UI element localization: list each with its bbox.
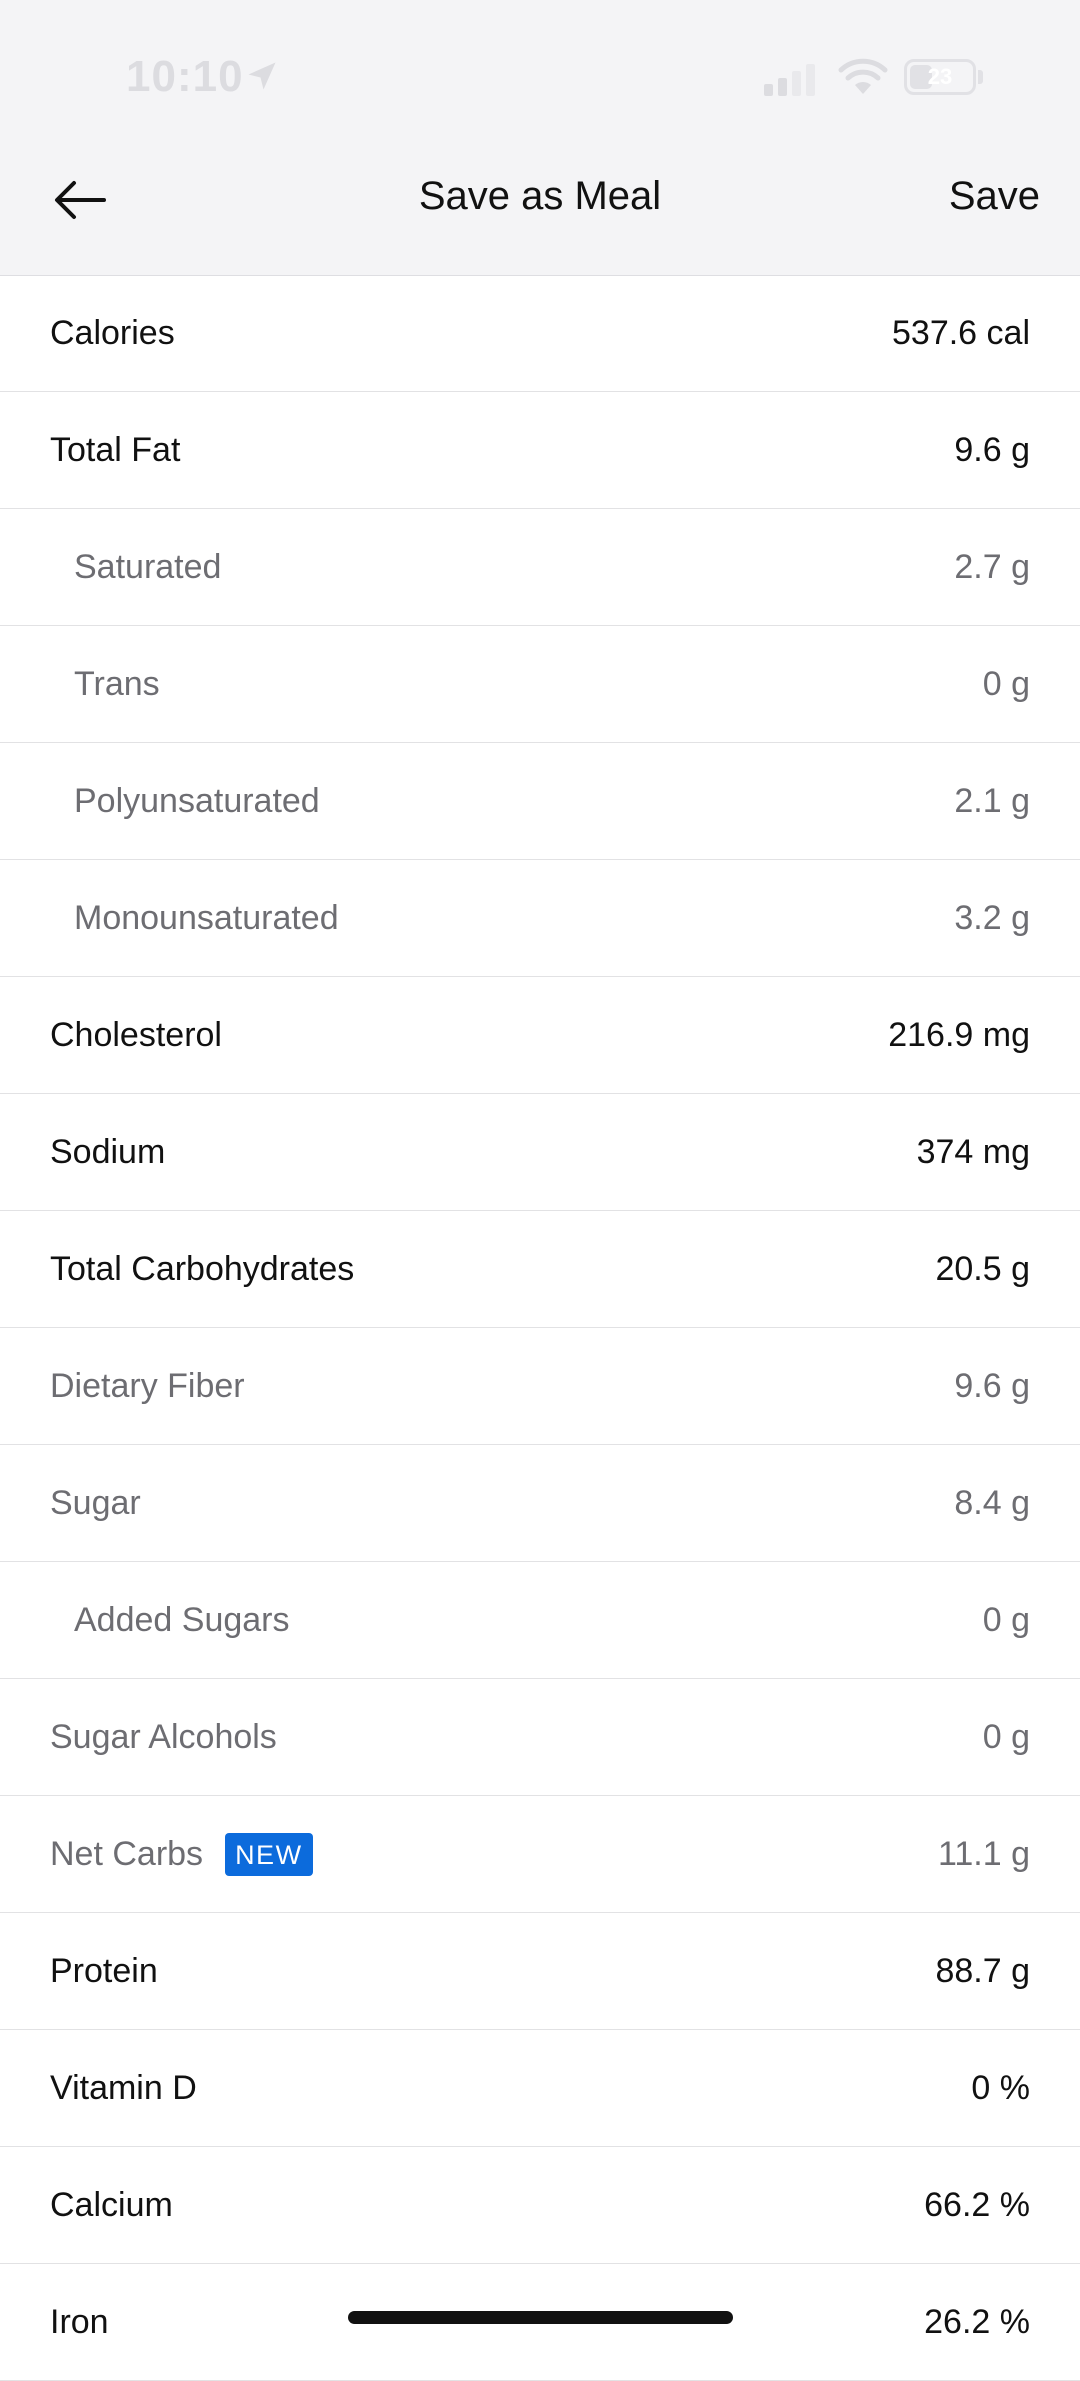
nutrient-row: Cholesterol 216.9 mg bbox=[0, 977, 1080, 1094]
nutrient-label-text: Trans bbox=[74, 664, 160, 703]
nutrient-label: Sodium bbox=[50, 1133, 165, 1172]
nutrient-label-text: Total Carbohydrates bbox=[50, 1249, 355, 1288]
nutrient-label: Iron bbox=[50, 2303, 109, 2342]
page-title: Save as Meal bbox=[418, 174, 662, 218]
cellular-signal-icon bbox=[764, 64, 815, 96]
nutrient-label: Total Fat bbox=[50, 431, 180, 470]
nutrient-label: Sugar Alcohols bbox=[50, 1718, 277, 1757]
battery-icon: 23 bbox=[904, 59, 976, 95]
nutrient-row: Sugar 8.4 g bbox=[0, 1445, 1080, 1562]
nutrient-label: Protein bbox=[50, 1952, 158, 1991]
wifi-icon bbox=[838, 58, 888, 94]
location-arrow-icon bbox=[248, 62, 276, 90]
nutrient-label: Monounsaturated bbox=[50, 899, 339, 938]
nutrient-row: Sugar Alcohols 0 g bbox=[0, 1679, 1080, 1796]
nutrient-row: Sodium 374 mg bbox=[0, 1094, 1080, 1211]
nutrient-label-text: Total Fat bbox=[50, 430, 181, 469]
nutrient-label-text: Sodium bbox=[50, 1132, 166, 1171]
battery-cap bbox=[978, 70, 983, 84]
nutrient-label: Sugar bbox=[50, 1484, 141, 1523]
nutrient-label-text: Polyunsaturated bbox=[74, 781, 320, 820]
nutrient-label-text: Monounsaturated bbox=[74, 898, 339, 937]
nutrient-label-text: Net Carbs bbox=[50, 1834, 204, 1873]
nutrient-label-text: Protein bbox=[50, 1951, 158, 1990]
nutrient-value: 66.2 % bbox=[924, 2185, 1030, 2224]
nutrient-value: 20.5 g bbox=[935, 1249, 1030, 1288]
nutrient-list: Calories 537.6 cal Total Fat 9.6 g Saturated… bbox=[0, 275, 1080, 2381]
nutrient-label-text: Cholesterol bbox=[50, 1015, 222, 1054]
nutrient-label: Saturated bbox=[50, 548, 221, 587]
save-button[interactable]: Save bbox=[949, 174, 1040, 219]
nutrient-value: 3.2 g bbox=[954, 898, 1030, 937]
nutrient-label-text: Calories bbox=[50, 313, 175, 352]
app-header: 10:10 23 Save as Meal Save bbox=[0, 0, 1080, 276]
nutrient-label-text: Iron bbox=[50, 2302, 109, 2341]
nutrient-label-text: Dietary Fiber bbox=[50, 1366, 245, 1405]
nutrient-label: Trans bbox=[50, 665, 160, 704]
nutrient-row: Trans 0 g bbox=[0, 626, 1080, 743]
nutrient-label: Total Carbohydrates bbox=[50, 1250, 354, 1289]
nutrient-value: 0 % bbox=[971, 2068, 1030, 2107]
nutrient-label: Polyunsaturated bbox=[50, 782, 320, 821]
nutrient-label: Calcium bbox=[50, 2186, 173, 2225]
nutrient-value: 2.7 g bbox=[954, 547, 1030, 586]
nutrient-row: Total Carbohydrates 20.5 g bbox=[0, 1211, 1080, 1328]
nutrient-value: 374 mg bbox=[916, 1132, 1030, 1171]
nutrient-row: Dietary Fiber 9.6 g bbox=[0, 1328, 1080, 1445]
nutrient-label-text: Added Sugars bbox=[74, 1600, 290, 1639]
nutrient-row: Calcium 66.2 % bbox=[0, 2147, 1080, 2264]
nutrient-row: Monounsaturated 3.2 g bbox=[0, 860, 1080, 977]
nutrient-row: Protein 88.7 g bbox=[0, 1913, 1080, 2030]
nutrient-row: Added Sugars 0 g bbox=[0, 1562, 1080, 1679]
nutrient-value: 2.1 g bbox=[954, 781, 1030, 820]
nutrient-label: Cholesterol bbox=[50, 1016, 222, 1055]
nutrient-value: 537.6 cal bbox=[892, 313, 1030, 352]
nutrient-label-text: Vitamin D bbox=[50, 2068, 197, 2107]
nutrient-value: 0 g bbox=[982, 664, 1030, 703]
nutrient-row: Calories 537.6 cal bbox=[0, 275, 1080, 392]
nutrient-value: 88.7 g bbox=[935, 1951, 1030, 1990]
status-time: 10:10 bbox=[126, 52, 244, 101]
nutrient-label-text: Sugar Alcohols bbox=[50, 1717, 277, 1756]
nutrient-label: Net Carbs NEW bbox=[50, 1832, 313, 1876]
nutrient-row: Vitamin D 0 % bbox=[0, 2030, 1080, 2147]
nutrient-label: Calories bbox=[50, 314, 175, 353]
new-badge: NEW bbox=[225, 1832, 313, 1876]
nutrient-value: 9.6 g bbox=[954, 430, 1030, 469]
nutrient-label: Dietary Fiber bbox=[50, 1367, 245, 1406]
nutrient-value: 0 g bbox=[982, 1717, 1030, 1756]
nutrient-row: Saturated 2.7 g bbox=[0, 509, 1080, 626]
nutrient-value: 8.4 g bbox=[954, 1483, 1030, 1522]
nutrient-value: 216.9 mg bbox=[888, 1015, 1030, 1054]
nutrient-value: 11.1 g bbox=[937, 1834, 1030, 1873]
nutrient-row: Polyunsaturated 2.1 g bbox=[0, 743, 1080, 860]
nutrient-row: Net Carbs NEW 11.1 g bbox=[0, 1796, 1080, 1913]
nutrient-label-text: Saturated bbox=[74, 547, 222, 586]
nutrient-value: 26.2 % bbox=[924, 2302, 1030, 2341]
nutrient-label: Vitamin D bbox=[50, 2069, 197, 2108]
nutrient-value: 9.6 g bbox=[954, 1366, 1030, 1405]
nutrient-label-text: Sugar bbox=[50, 1483, 141, 1522]
nutrient-label-text: Calcium bbox=[50, 2185, 173, 2224]
battery-level: 23 bbox=[927, 64, 953, 89]
nutrient-row: Total Fat 9.6 g bbox=[0, 392, 1080, 509]
home-indicator bbox=[348, 2311, 733, 2324]
nutrient-label: Added Sugars bbox=[50, 1601, 290, 1640]
status-bar: 10:10 23 bbox=[0, 0, 1080, 150]
nutrient-value: 0 g bbox=[982, 1600, 1030, 1639]
